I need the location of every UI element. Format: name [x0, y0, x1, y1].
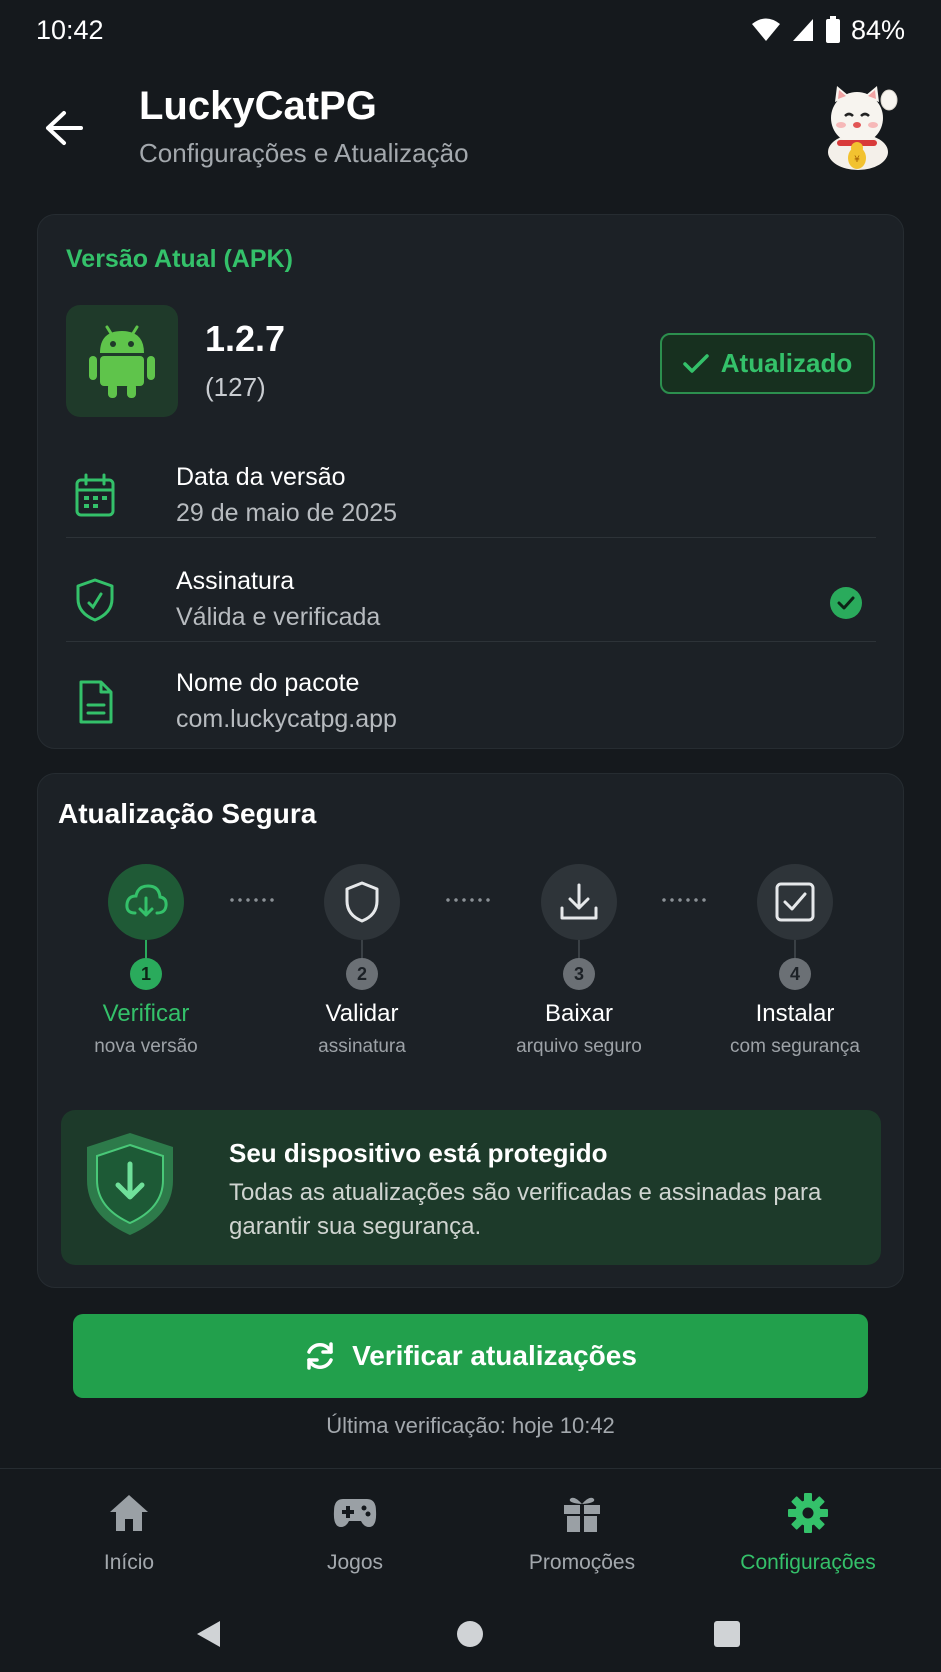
- document-icon: [79, 680, 113, 724]
- gear-icon: [786, 1491, 830, 1535]
- last-check-text: Última verificação: hoje 10:42: [326, 1413, 615, 1438]
- section-label: Versão Atual (APK): [66, 245, 293, 273]
- system-home-button[interactable]: [445, 1609, 495, 1659]
- info-row-package: Nome do pacote com.luckycatpg.app: [66, 653, 876, 753]
- refresh-icon: [307, 1342, 333, 1370]
- step-connector: [578, 940, 580, 960]
- protection-text: Todas as atualizações são verificadas e …: [229, 1179, 822, 1240]
- nav-label: Promoções: [528, 1551, 636, 1574]
- status-time: 10:42: [36, 14, 104, 45]
- info-label: Assinatura: [176, 567, 295, 595]
- divider: [66, 537, 876, 538]
- section-title: Atualização Segura: [58, 798, 317, 829]
- arrow-left-icon: [46, 111, 83, 145]
- gift-icon: [560, 1491, 604, 1535]
- status-badge-label: Atualizado: [720, 348, 853, 378]
- info-value: Válida e verificada: [176, 603, 381, 631]
- step-number: 2: [346, 958, 378, 990]
- step-desc: com segurança: [730, 1036, 860, 1057]
- step-name: Instalar: [755, 1000, 835, 1027]
- info-row-release-date: Data da versão 29 de maio de 2025: [66, 447, 876, 547]
- step-number: 1: [130, 958, 162, 990]
- verified-check-icon: [830, 587, 862, 619]
- step-name: Verificar: [102, 1000, 190, 1027]
- secure-update-card: Atualização Segura 1 Verificar nova vers…: [37, 773, 904, 1288]
- step-desc: assinatura: [318, 1036, 406, 1057]
- cloud-download-icon: [125, 884, 168, 917]
- back-button[interactable]: [36, 100, 92, 156]
- check-updates-label: Verificar atualizações: [352, 1340, 637, 1371]
- lucky-cat-logo: ¥: [828, 86, 898, 170]
- signal-icon: [792, 19, 813, 41]
- version-card: Versão Atual (APK) 1.2.7 (127) Atualizad…: [37, 214, 904, 749]
- circle-home-icon: [457, 1621, 483, 1647]
- nav-promotions[interactable]: Promoções: [482, 1491, 682, 1575]
- nav-home[interactable]: Início: [29, 1491, 229, 1575]
- nav-label: Configurações: [740, 1551, 876, 1574]
- system-back-button[interactable]: [183, 1609, 233, 1659]
- shield-check-icon: [76, 578, 114, 622]
- gamepad-icon: [333, 1491, 377, 1535]
- step-desc: nova versão: [94, 1036, 198, 1057]
- step-circle: [108, 864, 184, 940]
- protection-title: Seu dispositivo está protegido: [229, 1138, 608, 1168]
- status-bar: 10:42 84%: [0, 0, 941, 60]
- info-value: 29 de maio de 2025: [176, 499, 398, 527]
- divider: [66, 641, 876, 642]
- svg-text:¥: ¥: [854, 155, 860, 165]
- nav-label: Jogos: [326, 1551, 384, 1574]
- page-title: LuckyCatPG: [139, 84, 377, 128]
- step-dots: [660, 898, 710, 902]
- nav-games[interactable]: Jogos: [255, 1491, 455, 1575]
- nav-settings[interactable]: Configurações: [708, 1491, 908, 1575]
- nav-label: Início: [103, 1551, 155, 1574]
- step-connector: [361, 940, 363, 960]
- shield-icon: [345, 881, 379, 923]
- info-value: com.luckycatpg.app: [176, 705, 397, 733]
- battery-icon: [825, 16, 840, 43]
- download-icon: [560, 883, 598, 920]
- check-updates-button[interactable]: Verificar atualizações: [73, 1314, 868, 1398]
- status-badge: Atualizado: [660, 333, 875, 394]
- app-header: LuckyCatPG Configurações e Atualização ¥: [0, 70, 941, 190]
- protection-notice: Seu dispositivo está protegido Todas as …: [61, 1110, 881, 1265]
- step-number: 3: [563, 958, 595, 990]
- shield-download-icon: [87, 1133, 173, 1235]
- step-connector: [794, 940, 796, 960]
- step-number: 4: [779, 958, 811, 990]
- square-recents-icon: [714, 1621, 740, 1647]
- step-circle: [757, 864, 833, 940]
- step-name: Validar: [325, 1000, 399, 1027]
- version-number: 1.2.7: [205, 318, 286, 359]
- wifi-icon: [751, 18, 780, 41]
- battery-percent: 84%: [850, 14, 905, 45]
- version-build: (127): [205, 372, 266, 402]
- step-connector: [145, 940, 147, 960]
- step-circle: [541, 864, 617, 940]
- home-icon: [107, 1491, 151, 1535]
- android-tile: [66, 305, 178, 417]
- checkbox-icon: [775, 882, 815, 922]
- calendar-icon: [75, 473, 115, 517]
- triangle-back-icon: [197, 1621, 220, 1647]
- page-subtitle: Configurações e Atualização: [139, 138, 469, 168]
- info-row-signature: Assinatura Válida e verificada: [66, 551, 876, 651]
- step-desc: arquivo seguro: [516, 1036, 642, 1057]
- bottom-nav: Início Jogos Promoções Configurações: [0, 1468, 941, 1593]
- info-label: Nome do pacote: [176, 669, 360, 697]
- system-nav-bar: [0, 1593, 941, 1672]
- step-dots: [228, 898, 278, 902]
- system-recents-button[interactable]: [702, 1609, 752, 1659]
- step-circle: [324, 864, 400, 940]
- check-icon: [683, 353, 709, 373]
- info-label: Data da versão: [176, 463, 346, 491]
- status-icons: 84%: [751, 15, 905, 46]
- step-dots: [444, 898, 494, 902]
- step-name: Baixar: [544, 1000, 614, 1027]
- android-icon: [89, 325, 155, 398]
